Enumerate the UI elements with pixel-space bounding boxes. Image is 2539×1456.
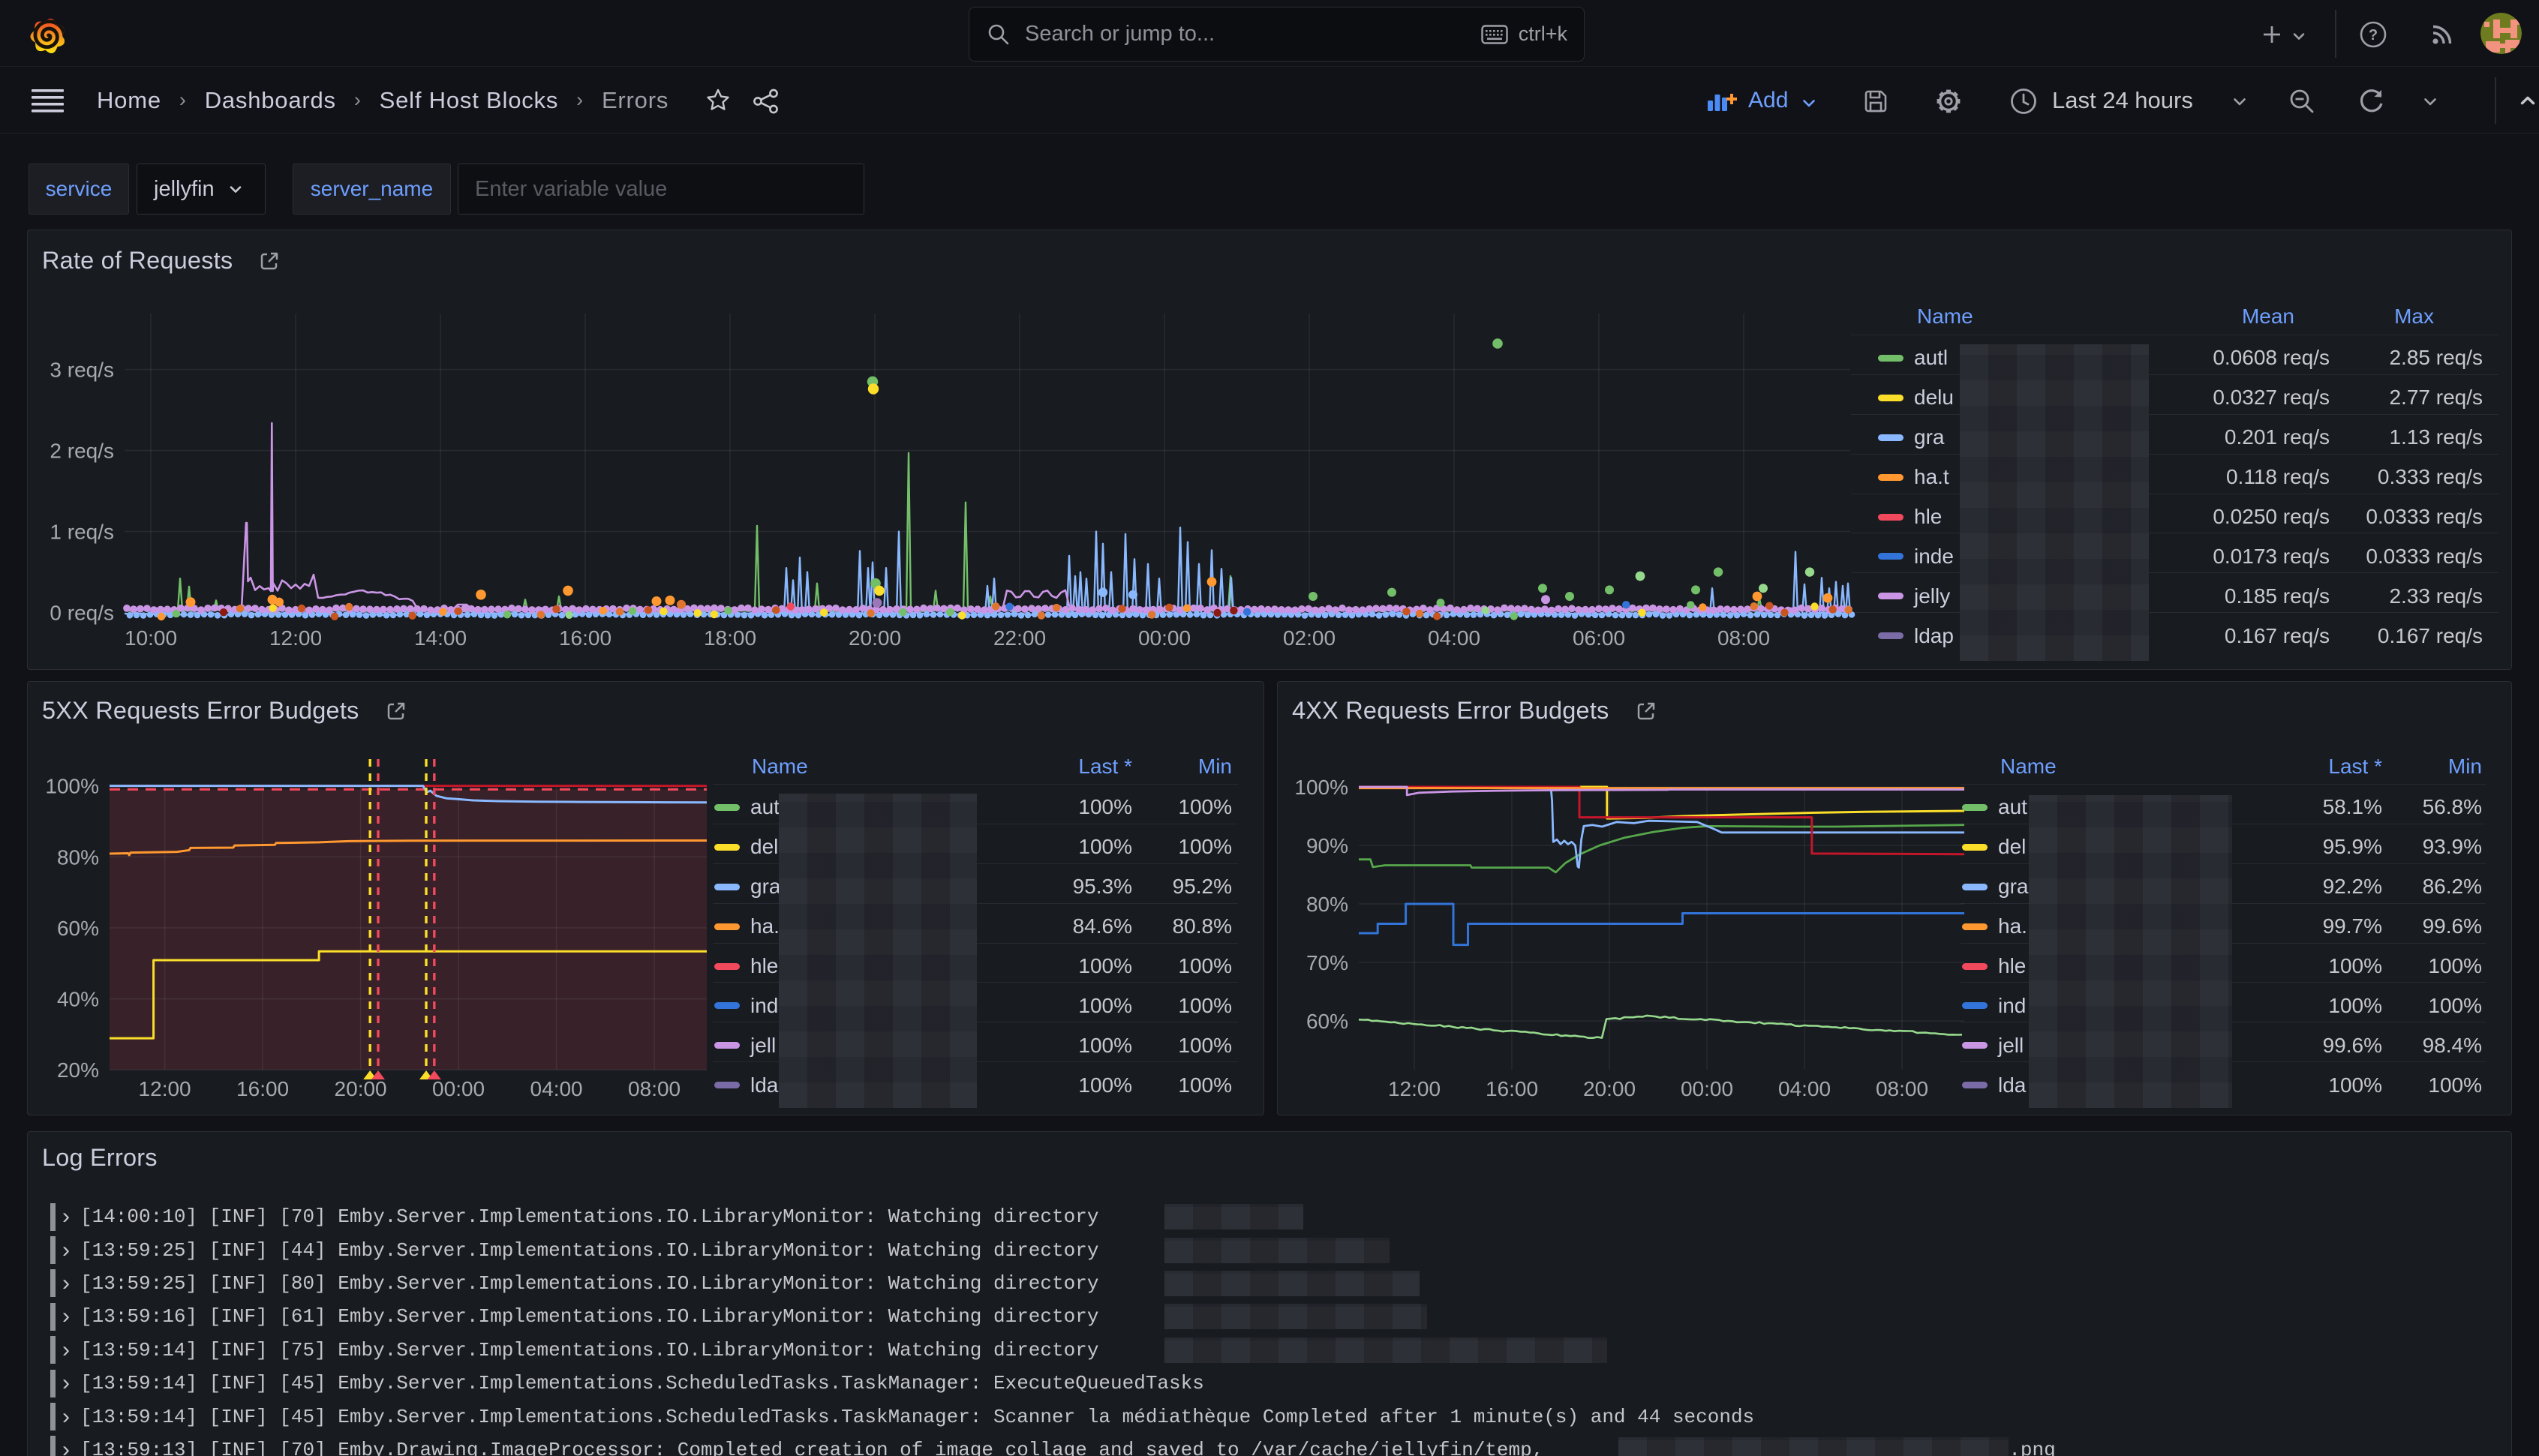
svg-text:12:00: 12:00 xyxy=(1388,1077,1441,1100)
svg-text:16:00: 16:00 xyxy=(559,626,611,650)
svg-text:20:00: 20:00 xyxy=(849,626,901,650)
svg-text:3 req/s: 3 req/s xyxy=(50,359,114,382)
svg-text:80%: 80% xyxy=(1306,893,1348,916)
svg-text:100%: 100% xyxy=(45,775,99,798)
svg-text:00:00: 00:00 xyxy=(1138,626,1191,650)
svg-text:90%: 90% xyxy=(1306,834,1348,857)
svg-text:80%: 80% xyxy=(57,845,99,869)
svg-text:18:00: 18:00 xyxy=(704,626,756,650)
svg-text:16:00: 16:00 xyxy=(236,1077,289,1100)
svg-text:08:00: 08:00 xyxy=(1717,626,1770,650)
svg-text:08:00: 08:00 xyxy=(1876,1077,1928,1100)
svg-text:0 req/s: 0 req/s xyxy=(50,602,114,625)
svg-text:40%: 40% xyxy=(57,988,99,1011)
svg-text:60%: 60% xyxy=(1306,1010,1348,1033)
svg-text:10:00: 10:00 xyxy=(125,626,177,650)
svg-text:08:00: 08:00 xyxy=(628,1077,681,1100)
svg-text:100%: 100% xyxy=(1294,776,1348,799)
svg-text:20%: 20% xyxy=(57,1058,99,1082)
svg-text:04:00: 04:00 xyxy=(530,1077,583,1100)
svg-text:12:00: 12:00 xyxy=(139,1077,191,1100)
svg-text:04:00: 04:00 xyxy=(1778,1077,1831,1100)
svg-text:16:00: 16:00 xyxy=(1486,1077,1538,1100)
svg-text:1 req/s: 1 req/s xyxy=(50,521,114,544)
svg-text:04:00: 04:00 xyxy=(1428,626,1480,650)
svg-text:20:00: 20:00 xyxy=(335,1077,387,1100)
svg-text:70%: 70% xyxy=(1306,951,1348,974)
svg-text:?: ? xyxy=(2369,27,2378,44)
svg-text:06:00: 06:00 xyxy=(1573,626,1625,650)
svg-text:12:00: 12:00 xyxy=(269,626,322,650)
svg-text:00:00: 00:00 xyxy=(432,1077,485,1100)
svg-text:02:00: 02:00 xyxy=(1283,626,1336,650)
svg-text:14:00: 14:00 xyxy=(414,626,467,650)
svg-text:60%: 60% xyxy=(57,917,99,940)
svg-text:2 req/s: 2 req/s xyxy=(50,440,114,463)
svg-text:22:00: 22:00 xyxy=(993,626,1046,650)
svg-text:00:00: 00:00 xyxy=(1681,1077,1733,1100)
svg-text:20:00: 20:00 xyxy=(1583,1077,1636,1100)
